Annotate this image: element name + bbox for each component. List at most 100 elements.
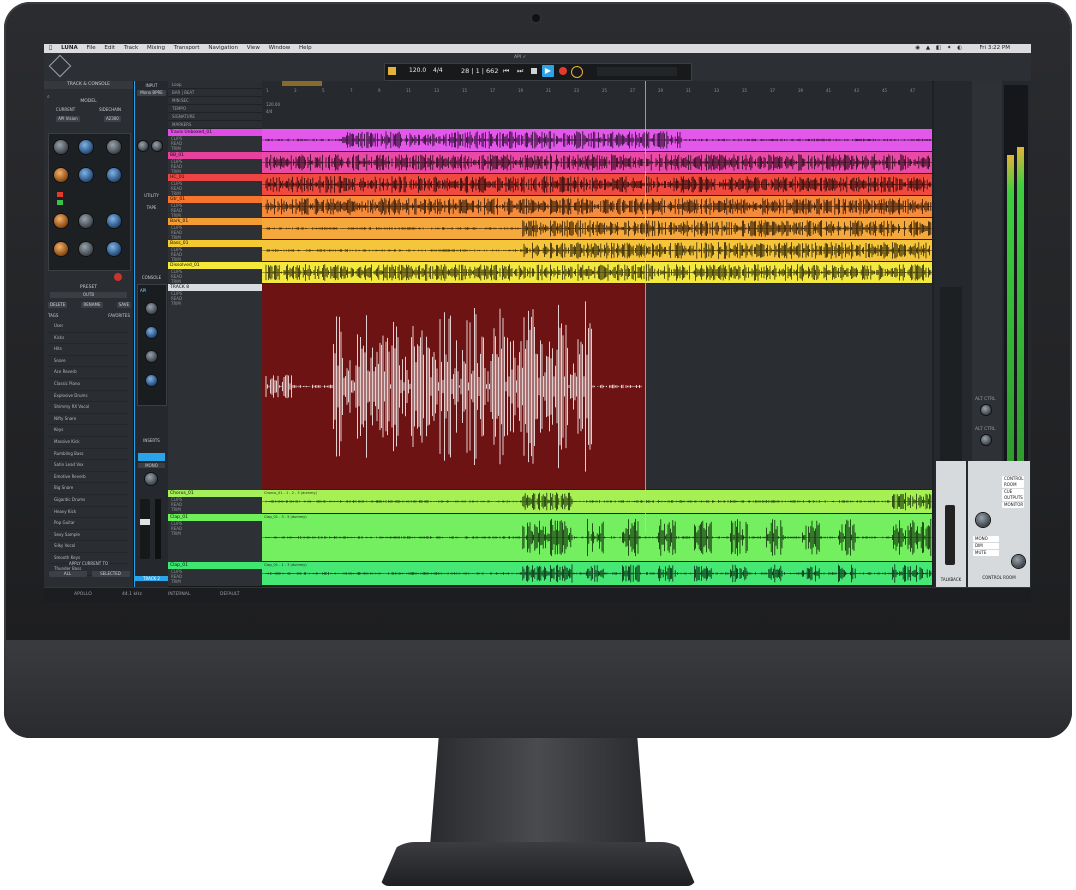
track-name[interactable]: Bark_01 [168,218,262,225]
monitor-panel: ALT CTRL ALT CTRL TALKBACK CONTROL ROOM … [934,81,1031,587]
track-field[interactable]: TRIM [168,579,262,584]
track-header[interactable]: HC_01 CLIPS READ TRIM [168,174,262,197]
menu-item-edit[interactable]: Edit [104,45,115,51]
track-lane[interactable]: Clap_01 - 1 - 3 (dummy) [262,562,932,585]
model-label: MODEL [80,99,97,104]
menu-item-mixing[interactable]: Mixing [147,45,165,51]
alt-knob[interactable] [981,435,991,445]
monitor-stand [430,738,646,846]
rewind-icon[interactable]: ⏮ [503,67,511,75]
track-field[interactable]: TRIM [168,301,262,306]
menu-item-file[interactable]: File [86,45,95,51]
footer-clock[interactable]: INTERNAL [168,592,190,597]
search-icon[interactable]: ⌕ [47,94,53,100]
track-lane[interactable] [262,284,932,489]
fast-forward-icon[interactable]: ⏭ [517,67,525,75]
track-name[interactable]: Clap_01 [168,514,262,521]
tempo-value[interactable]: 120.00 [266,102,280,107]
menu-app-name[interactable]: LUNA [61,45,78,51]
track-header[interactable]: Bass_01 CLIPS READ TRIM [168,240,262,263]
waveform [262,198,932,215]
mute-button[interactable]: MUTE [973,550,999,556]
menu-item-track[interactable]: Track [124,45,138,51]
menu-item-help[interactable]: Help [299,45,312,51]
ruler-row-label: Loop [168,81,262,89]
track-lane[interactable] [262,196,932,217]
menu-clock[interactable]: Fri 3:22 PM [980,44,1010,53]
track-name[interactable]: Dissolved_01 [168,262,262,269]
track-name[interactable]: Bass_01 [168,240,262,247]
track-lane[interactable]: Clap_01 - 3 - 5 (dummy) [262,514,932,561]
position-display[interactable]: 28 | 1 | 662 [461,67,498,75]
track-header[interactable]: Dissolved_01 CLIPS READ TRIM [168,262,262,285]
track-header[interactable]: Gtr_01 CLIPS READ TRIM [168,196,262,219]
track-lane[interactable] [262,240,932,261]
footer-interface[interactable]: APOLLO [74,592,92,597]
track-lane[interactable] [262,129,932,151]
track-lane[interactable] [262,152,932,173]
track-header[interactable]: TRACK 8 CLIPS READ TRIM [168,284,262,491]
track-header[interactable]: Chorus_01 CLIPS READ TRIM [168,490,262,515]
volume-knob[interactable] [1012,555,1025,568]
monitor-button[interactable]: MONITOR [1002,502,1024,508]
cr-button[interactable]: CONTROL ROOM [1002,476,1024,488]
loop-icon[interactable] [388,67,396,75]
dim-button[interactable]: DIM [973,543,999,549]
stop-icon[interactable] [531,68,537,74]
menu-item-view[interactable]: View [247,45,260,51]
track-name[interactable]: Chorus_01 [168,490,262,497]
waveform [262,264,932,281]
tempo-display[interactable]: 120.0 [409,67,426,74]
input-select[interactable]: Mono BPRE [137,90,166,96]
playhead[interactable] [645,81,646,534]
tab-sidechain[interactable]: SIDECHAIN [99,107,121,112]
track-name[interactable]: TRACK 8 [168,284,262,291]
footer-samplerate[interactable]: 44.1 kHz [122,592,142,597]
control-room-knob[interactable] [976,513,990,527]
talkback-fader[interactable] [945,505,955,565]
time-signature-display[interactable]: 4/4 [433,67,443,74]
menu-item-navigation[interactable]: Navigation [208,45,238,51]
mono-button[interactable]: MONO [973,536,999,542]
track-field[interactable]: TRIM [168,531,262,536]
track-name[interactable]: Travis Unboxed_01 [168,129,262,136]
track-lane[interactable] [262,218,932,239]
track-header[interactable]: Travis Unboxed_01 CLIPS READ TRIM [168,129,262,153]
track-name[interactable]: HC_01 [168,174,262,181]
track-header[interactable]: Bark_01 CLIPS READ TRIM [168,218,262,241]
preset-alt[interactable]: A2300 [103,116,121,122]
footer-preset[interactable]: DEFAULT [220,592,240,597]
track-name[interactable]: BB_01 [168,152,262,159]
control-room-label: CONTROL ROOM [982,575,1016,580]
track-lane[interactable] [262,262,932,283]
menu-item-window[interactable]: Window [269,45,291,51]
ruler-row-label: BAR | BEAT [168,89,262,97]
track-field[interactable]: TRIM [168,146,262,151]
apple-icon[interactable]:  [49,45,52,51]
record-icon[interactable] [559,67,567,75]
meter-left [1007,155,1014,465]
monitor-foot [380,842,696,886]
track-header[interactable]: BB_01 CLIPS READ TRIM [168,152,262,175]
track-name[interactable]: Clap_01 [168,562,262,569]
signature-value[interactable]: 4/4 [266,109,272,114]
track-name[interactable]: Gtr_01 [168,196,262,203]
track-lane[interactable]: Chorus_01 - 1 - 2 - 3 (dummy) [262,490,932,513]
status-icons[interactable]: ◉ ▲ ◧ ✦ ◐ [915,44,964,53]
clip-label: Clap_01 - 1 - 3 (dummy) [264,563,307,567]
track-lane[interactable] [262,174,932,195]
loop-region[interactable] [282,81,322,86]
alt-knob[interactable] [981,405,991,415]
empty-lane-area[interactable] [645,284,932,489]
track-header[interactable]: Clap_01 CLIPS READ TRIM [168,562,262,587]
track-header[interactable]: Clap_01 CLIPS READ TRIM [168,514,262,563]
ruler-area: 1 3 5 7 9 11 13 15 17 19 21 23 25 27 29 31 33 35 37 39 41 43 4… [262,81,932,129]
menu-item-transport[interactable]: Transport [174,45,200,51]
ruler-row-label: TEMPO [168,105,262,113]
tab-current[interactable]: CURRENT [56,107,75,112]
track-field[interactable]: TRIM [168,507,262,512]
play-icon[interactable]: ▶ [542,65,554,77]
preset-name[interactable]: API Vision [56,116,80,122]
cue-outputs-button[interactable]: CUE OUTPUTS [1002,489,1024,501]
metronome-icon[interactable] [571,66,583,78]
